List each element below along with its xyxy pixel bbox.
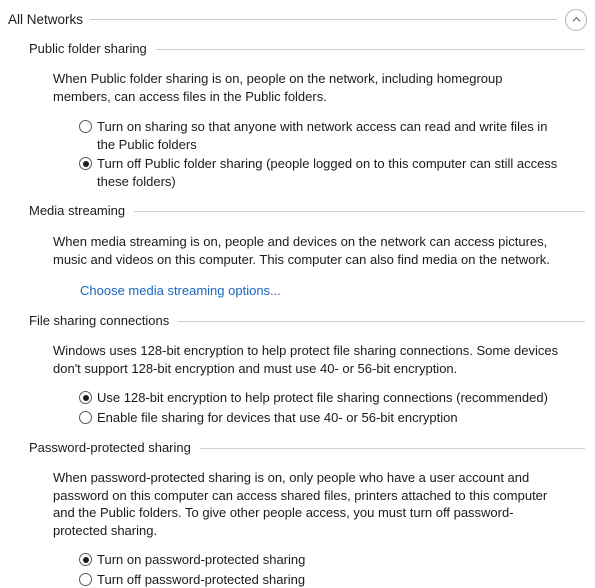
- section-body: Windows uses 128-bit encryption to help …: [0, 342, 595, 426]
- section-description: When media streaming is on, people and d…: [53, 233, 561, 268]
- section-body: When media streaming is on, people and d…: [0, 233, 595, 300]
- section-media-streaming: Media streaming When media streaming is …: [0, 202, 595, 300]
- section-description: When password-protected sharing is on, o…: [53, 469, 561, 539]
- section-header: File sharing connections: [0, 312, 595, 330]
- radio-icon: [79, 120, 92, 133]
- section-header-divider: [134, 211, 585, 212]
- radio-option-use-128-bit-encryption[interactable]: Use 128-bit encryption to help protect f…: [79, 389, 561, 407]
- radio-option-turn-off-password-protected-sharing[interactable]: Turn off password-protected sharing: [79, 571, 561, 588]
- section-public-folder-sharing: Public folder sharing When Public folder…: [0, 40, 595, 190]
- choose-media-streaming-options-link[interactable]: Choose media streaming options...: [80, 283, 281, 298]
- section-header-divider: [200, 448, 585, 449]
- radio-option-turn-off-public-folder-sharing[interactable]: Turn off Public folder sharing (people l…: [79, 155, 561, 190]
- radio-group-public-folder-sharing: Turn on sharing so that anyone with netw…: [53, 118, 561, 190]
- radio-icon-selected: [79, 391, 92, 404]
- section-body: When Public folder sharing is on, people…: [0, 70, 595, 190]
- radio-group-file-sharing-connections: Use 128-bit encryption to help protect f…: [53, 389, 561, 426]
- radio-option-label: Turn on password-protected sharing: [97, 551, 305, 569]
- group-header-divider: [90, 19, 557, 20]
- section-title: Media streaming: [29, 202, 134, 220]
- section-title: Public folder sharing: [29, 40, 156, 58]
- radio-option-label: Turn off password-protected sharing: [97, 571, 305, 588]
- section-description: Windows uses 128-bit encryption to help …: [53, 342, 561, 377]
- radio-icon-selected: [79, 157, 92, 170]
- radio-option-label: Enable file sharing for devices that use…: [97, 409, 458, 427]
- section-header-divider: [156, 49, 585, 50]
- section-title: File sharing connections: [29, 312, 178, 330]
- section-file-sharing-connections: File sharing connections Windows uses 12…: [0, 312, 595, 426]
- section-header: Password-protected sharing: [0, 439, 595, 457]
- radio-option-label: Turn on sharing so that anyone with netw…: [97, 118, 561, 153]
- radio-option-enable-40-or-56-bit-encryption[interactable]: Enable file sharing for devices that use…: [79, 409, 561, 427]
- section-header: Public folder sharing: [0, 40, 595, 58]
- section-title: Password-protected sharing: [29, 439, 200, 457]
- radio-group-password-protected-sharing: Turn on password-protected sharing Turn …: [53, 551, 561, 588]
- section-body: When password-protected sharing is on, o…: [0, 469, 595, 588]
- chevron-up-icon[interactable]: [565, 9, 587, 31]
- radio-option-label: Turn off Public folder sharing (people l…: [97, 155, 561, 190]
- radio-icon: [79, 411, 92, 424]
- section-description: When Public folder sharing is on, people…: [53, 70, 561, 105]
- network-sharing-settings-panel: All Networks Public folder sharing When …: [0, 0, 595, 555]
- section-header: Media streaming: [0, 202, 595, 220]
- radio-icon: [79, 573, 92, 586]
- radio-option-turn-on-sharing[interactable]: Turn on sharing so that anyone with netw…: [79, 118, 561, 153]
- section-header-divider: [178, 321, 585, 322]
- section-password-protected-sharing: Password-protected sharing When password…: [0, 439, 595, 588]
- group-title: All Networks: [8, 10, 90, 29]
- link-row: Choose media streaming options...: [53, 282, 561, 300]
- radio-option-turn-on-password-protected-sharing[interactable]: Turn on password-protected sharing: [79, 551, 561, 569]
- group-header-all-networks: All Networks: [0, 10, 595, 29]
- radio-option-label: Use 128-bit encryption to help protect f…: [97, 389, 548, 407]
